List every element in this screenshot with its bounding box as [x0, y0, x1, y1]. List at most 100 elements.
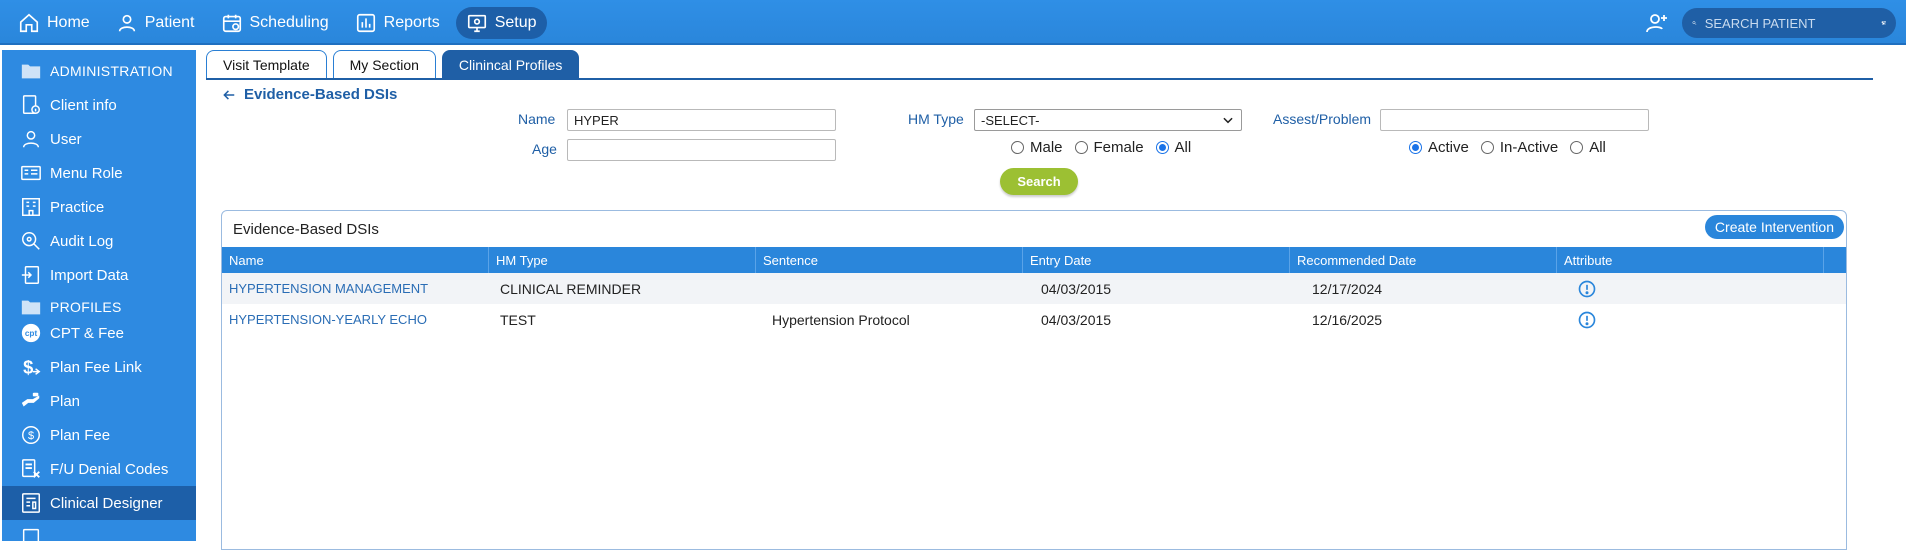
tab-bar: Visit Template My Section Clinincal Prof…	[206, 50, 580, 78]
plan-icon	[21, 392, 40, 407]
nav-home[interactable]: Home	[8, 7, 100, 39]
status-inactive-label: In-Active	[1499, 139, 1559, 156]
nav-reports[interactable]: Reports	[345, 7, 450, 39]
column-header-recommended-date[interactable]: Recommended Date	[1290, 247, 1557, 273]
sidebar-section-administration[interactable]: ADMINISTRATION	[2, 54, 196, 88]
status-all-radio[interactable]: All	[1570, 139, 1606, 156]
denial-icon	[22, 459, 40, 478]
user-icon	[22, 130, 40, 148]
sidebar-item-label: Import Data	[50, 266, 129, 284]
sidebar-item-plan-fee[interactable]: $ Plan Fee	[2, 418, 196, 452]
bar-chart-icon	[356, 13, 375, 33]
status-inactive-radio[interactable]: In-Active	[1480, 139, 1559, 156]
sidebar-item-menu-role[interactable]: Menu Role	[2, 156, 196, 190]
radio-circle	[1570, 141, 1584, 154]
table-header: Name HM Type Sentence Entry Date Recomme…	[222, 247, 1846, 273]
create-intervention-button[interactable]: Create Intervention	[1704, 215, 1844, 239]
tab-my-section[interactable]: My Section	[332, 50, 436, 78]
page-title: Evidence-Based DSIs	[244, 86, 398, 103]
nav-scheduling[interactable]: Scheduling	[211, 7, 339, 39]
gender-all-radio[interactable]: All	[1155, 139, 1192, 156]
info-icon[interactable]	[1577, 279, 1597, 299]
sidebar-item-label: Plan	[50, 392, 81, 410]
name-label: Name	[518, 111, 556, 127]
tab-clinical-profiles[interactable]: Clinincal Profiles	[441, 50, 580, 78]
search-patient-input[interactable]	[1704, 15, 1881, 31]
status-active-radio[interactable]: Active	[1409, 139, 1469, 156]
folder-icon	[21, 64, 41, 79]
table-row[interactable]: HYPERTENSION-YEARLY ECHO TEST Hypertensi…	[222, 304, 1846, 335]
arrow-left-icon	[223, 89, 235, 100]
name-input[interactable]	[567, 109, 836, 131]
row-name-link[interactable]: HYPERTENSION-YEARLY ECHO	[229, 304, 427, 335]
column-header-name[interactable]: Name	[222, 247, 489, 273]
row-recommended-date: 12/17/2024	[1312, 280, 1383, 297]
sidebar-item-audit-log[interactable]: Audit Log	[2, 224, 196, 258]
gender-female-radio[interactable]: Female	[1074, 139, 1144, 156]
gender-female-label: Female	[1093, 139, 1144, 156]
column-header-entry-date[interactable]: Entry Date	[1023, 247, 1290, 273]
sidebar-item-user[interactable]: User	[2, 122, 196, 156]
import-icon	[21, 266, 40, 284]
sidebar-item-label: Plan Fee	[50, 426, 111, 444]
sidebar-item-cpt-fee[interactable]: cpt CPT & Fee	[2, 316, 196, 350]
info-icon[interactable]	[1577, 310, 1597, 330]
hm-type-label: HM Type	[908, 111, 964, 127]
filter-sliders-icon[interactable]	[1881, 14, 1886, 32]
row-recommended-date: 12/16/2025	[1312, 311, 1383, 328]
column-header-attribute[interactable]: Attribute	[1557, 247, 1824, 273]
hm-type-selected-value: -SELECT-	[981, 112, 1040, 128]
home-icon	[19, 13, 39, 33]
sidebar-item-client-info[interactable]: Client info	[2, 88, 196, 122]
sidebar-item-clinical-designer[interactable]: Clinical Designer	[2, 486, 196, 520]
row-entry-date: 04/03/2015	[1041, 311, 1112, 328]
sidebar-item-import-data[interactable]: Import Data	[2, 258, 196, 292]
row-name-link[interactable]: HYPERTENSION MANAGEMENT	[229, 273, 428, 304]
calendar-icon	[222, 14, 241, 33]
sidebar-item-label: CPT & Fee	[50, 324, 124, 342]
column-header-hm-type[interactable]: HM Type	[489, 247, 756, 273]
row-sentence: Hypertension Protocol	[772, 311, 910, 328]
sidebar-item-practice[interactable]: Practice	[2, 190, 196, 224]
status-active-label: Active	[1428, 139, 1469, 156]
sidebar-item-plan-fee-link[interactable]: $ Plan Fee Link	[2, 350, 196, 384]
tab-visit-template[interactable]: Visit Template	[206, 50, 327, 78]
results-title: Evidence-Based DSIs	[233, 221, 379, 238]
nav-patient-label: Patient	[144, 14, 195, 31]
nav-reports-label: Reports	[383, 14, 440, 31]
row-attribute	[1577, 304, 1597, 335]
gender-male-label: Male	[1030, 139, 1063, 156]
main-nav: Home Patient Scheduling Reports Setup	[8, 7, 547, 39]
sidebar-item-label: Plan Fee Link	[50, 358, 142, 376]
designer-icon	[22, 493, 40, 513]
sidebar-item-label: F/U Denial Codes	[50, 460, 169, 478]
svg-text:$: $	[23, 356, 33, 377]
document-icon	[22, 528, 40, 547]
search-button[interactable]: Search	[1000, 168, 1078, 195]
column-header-sentence[interactable]: Sentence	[756, 247, 1023, 273]
nav-setup[interactable]: Setup	[455, 7, 547, 39]
table-row[interactable]: HYPERTENSION MANAGEMENT CLINICAL REMINDE…	[222, 273, 1846, 304]
row-entry-date: 04/03/2015	[1041, 280, 1112, 297]
folder-icon	[21, 300, 41, 315]
sidebar-item-partial[interactable]	[2, 520, 196, 554]
gender-all-label: All	[1174, 139, 1192, 156]
age-input[interactable]	[567, 139, 836, 161]
radio-circle	[1011, 141, 1024, 154]
tab-underline	[206, 78, 1873, 80]
sidebar-item-label: Practice	[50, 198, 105, 216]
sidebar-item-fu-denial-codes[interactable]: F/U Denial Codes	[2, 452, 196, 486]
radio-circle-selected	[1409, 141, 1422, 154]
sidebar-item-label: User	[50, 130, 82, 148]
assest-problem-input[interactable]	[1380, 109, 1649, 131]
patient-search-box	[1682, 8, 1896, 38]
age-label: Age	[532, 141, 557, 157]
sidebar-item-plan[interactable]: Plan	[2, 384, 196, 418]
back-link[interactable]: Evidence-Based DSIs	[222, 86, 397, 103]
audit-log-icon	[22, 232, 40, 250]
gender-radio-group: Male Female All	[1011, 139, 1203, 156]
gender-male-radio[interactable]: Male	[1011, 139, 1063, 156]
hm-type-select[interactable]: -SELECT-	[974, 109, 1242, 131]
add-user-icon[interactable]	[1645, 11, 1669, 35]
nav-patient[interactable]: Patient	[106, 7, 205, 39]
